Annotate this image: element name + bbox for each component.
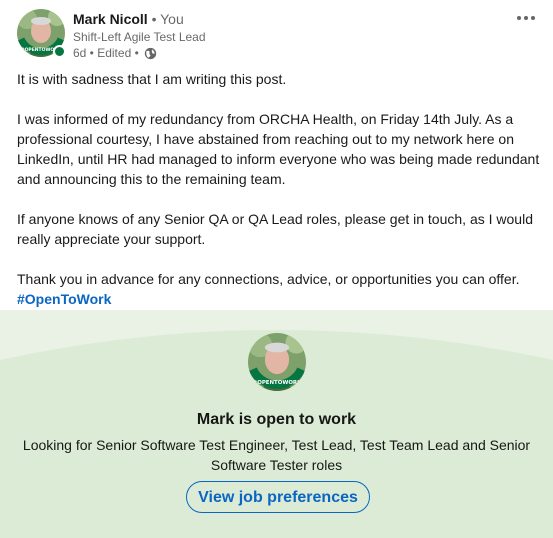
open-to-work-banner: #OPENTOWORK Mark is open to work Looking… <box>0 310 553 538</box>
post-paragraph: It is with sadness that I am writing thi… <box>17 71 287 87</box>
dot <box>531 16 535 20</box>
post-body: It is with sadness that I am writing thi… <box>17 69 542 309</box>
post-paragraph: If anyone knows of any Senior QA or QA L… <box>17 211 533 247</box>
open-to-work-avatar[interactable]: #OPENTOWORK <box>248 333 306 391</box>
post-paragraph: I was informed of my redundancy from ORC… <box>17 111 540 187</box>
dot <box>517 16 521 20</box>
post-timestamp: 6d • Edited • <box>73 46 139 60</box>
author-relation: • You <box>151 11 184 27</box>
post-paragraph: Thank you in advance for any connections… <box>17 271 520 287</box>
globe-icon <box>144 47 156 59</box>
dot <box>524 16 528 20</box>
profile-photo-icon: #OPENTOWORK <box>248 333 306 391</box>
online-status-indicator <box>53 45 66 58</box>
opentowork-badge-text: #OPENTOWORK <box>253 380 302 386</box>
post-card: #OPENTOWORK Mark Nicoll • You Shift-Left… <box>0 0 553 538</box>
author-name-line: Mark Nicoll • You <box>73 10 184 28</box>
open-to-work-description: Looking for Senior Software Test Enginee… <box>22 437 531 473</box>
hashtag-link[interactable]: #OpenToWork <box>17 291 111 307</box>
more-options-button[interactable] <box>513 8 539 28</box>
view-job-preferences-button[interactable]: View job preferences <box>186 481 370 513</box>
author-headline: Shift-Left Agile Test Lead <box>73 30 206 44</box>
author-name[interactable]: Mark Nicoll <box>73 11 148 27</box>
open-to-work-title: Mark is open to work <box>196 411 357 428</box>
post-meta: 6d • Edited • <box>73 45 157 61</box>
author-avatar[interactable]: #OPENTOWORK <box>17 9 66 58</box>
